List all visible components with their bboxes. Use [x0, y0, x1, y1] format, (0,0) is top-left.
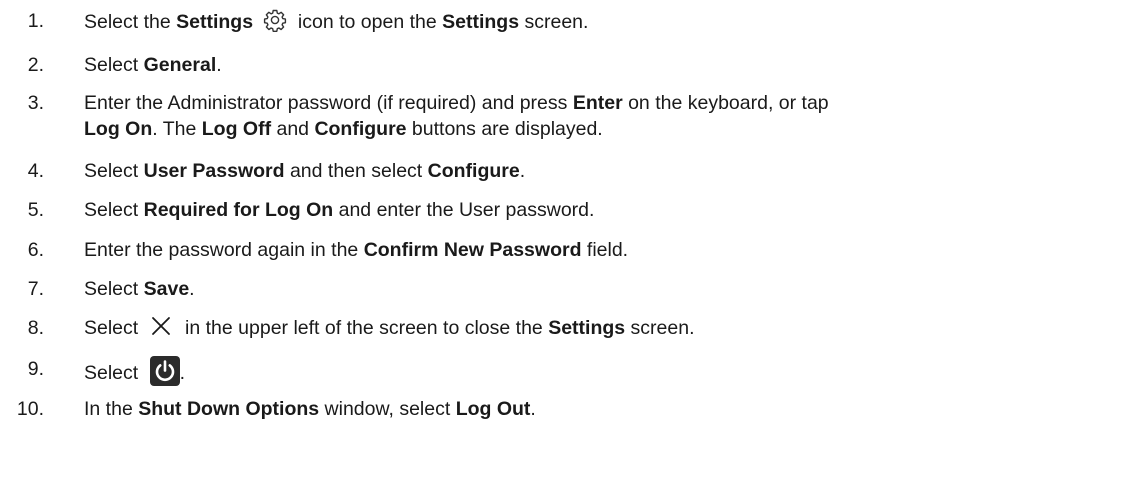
- step-number: 1.: [27, 10, 44, 32]
- step-number: 6.: [27, 239, 44, 261]
- step-bold-text: Settings: [442, 11, 520, 33]
- step-text: .: [179, 362, 186, 384]
- step-text: field.: [581, 239, 629, 261]
- step-number: 7.: [27, 278, 44, 300]
- step-bold-text: Log Off: [201, 118, 272, 140]
- step-bold-text: General: [143, 54, 217, 76]
- step-text: buttons are displayed.: [406, 118, 603, 140]
- power-icon: [149, 356, 180, 386]
- step-bold-text: Save: [143, 278, 190, 300]
- step-text: Select: [84, 160, 144, 182]
- step-bold-text: Confirm New Password: [363, 239, 582, 261]
- step-number: 2.: [27, 54, 44, 76]
- step-bold-text: Required for Log On: [143, 199, 334, 221]
- step-bold-text: User Password: [143, 160, 285, 182]
- step-text: In the: [84, 398, 139, 420]
- step-text: screen.: [625, 317, 695, 339]
- step-text: Select: [84, 317, 144, 339]
- step-text: and enter the User password.: [333, 199, 595, 221]
- step-bold-text: Settings: [548, 317, 626, 339]
- step-bold-text: Configure: [427, 160, 520, 182]
- step-text: Enter the password again in the: [84, 239, 364, 261]
- step-text: Select the: [84, 11, 177, 33]
- step-text: on the keyboard, or tap: [622, 92, 829, 114]
- step-bold-text: Configure: [314, 118, 407, 140]
- step-text: Select: [84, 54, 144, 76]
- step-text: window, select: [319, 398, 456, 420]
- step-text: and then select: [284, 160, 428, 182]
- step-text: Enter the Administrator password (if req…: [84, 92, 573, 114]
- step-number: 4.: [27, 160, 44, 182]
- step-text: icon to open the: [292, 11, 443, 33]
- step-text: Select: [84, 362, 144, 384]
- step-text: and: [271, 118, 315, 140]
- step-number: 10.: [16, 398, 44, 420]
- step-text: .: [519, 160, 526, 182]
- step-text: .: [189, 278, 195, 300]
- step-bold-text: Log Out: [455, 398, 531, 420]
- close-x-icon: [151, 317, 170, 335]
- step-text: screen.: [519, 11, 589, 33]
- step-bold-text: Enter: [572, 92, 623, 114]
- step-number: 8.: [27, 317, 44, 339]
- step-number: 3.: [27, 92, 44, 114]
- step-text: . The: [152, 118, 202, 140]
- step-number: 9.: [27, 358, 44, 380]
- step-bold-text: Settings: [176, 11, 254, 33]
- step-text: .: [216, 54, 222, 76]
- step-text: Select: [84, 199, 144, 221]
- step-text: in the upper left of the screen to close…: [179, 317, 549, 339]
- step-text: .: [530, 398, 536, 420]
- gear-icon: [263, 9, 286, 32]
- step-bold-text: Shut Down Options: [138, 398, 320, 420]
- step-bold-text: Log On: [84, 118, 153, 140]
- step-text: Select: [84, 278, 144, 300]
- instruction-list: 1. Select the Settings icon to open the …: [0, 0, 1126, 486]
- step-number: 5.: [27, 199, 44, 221]
